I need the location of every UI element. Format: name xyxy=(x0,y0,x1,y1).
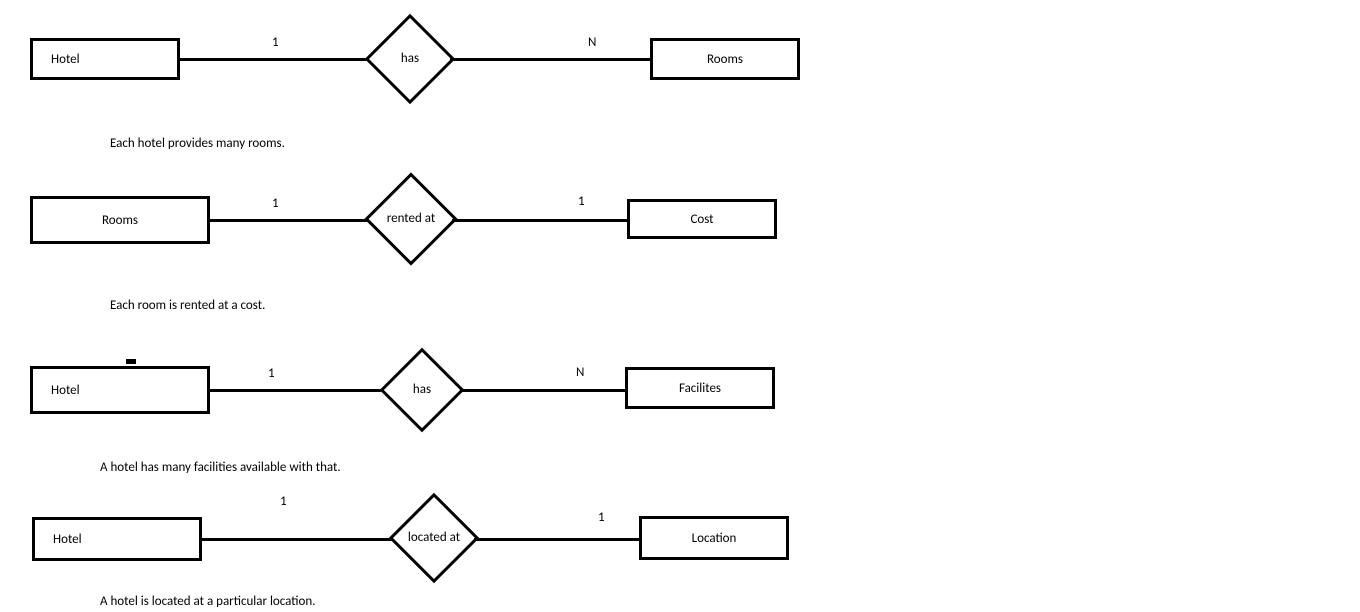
entity-label: Cost xyxy=(690,212,713,227)
edge-has-rooms xyxy=(450,58,650,61)
edge-has-facilites xyxy=(460,389,625,392)
edge-located-location xyxy=(474,538,639,541)
entity-hotel-4: Hotel xyxy=(32,517,202,561)
relationship-label: has xyxy=(372,360,472,420)
entity-hotel-3: Hotel xyxy=(30,366,210,414)
caption-row-4: A hotel is located at a particular locat… xyxy=(100,594,316,609)
cardinality-label: 1 xyxy=(280,494,287,509)
cardinality-label: 1 xyxy=(598,510,605,525)
entity-facilites: Facilites xyxy=(625,367,775,409)
relationship-located-at: located at xyxy=(402,506,466,570)
edge-rented-cost xyxy=(452,219,627,222)
edge-hotel-located xyxy=(202,538,394,541)
entity-rooms-1: Rooms xyxy=(650,38,800,80)
entity-label: Location xyxy=(692,531,737,546)
entity-label: Facilites xyxy=(679,381,721,396)
caption-row-2: Each room is rented at a cost. xyxy=(110,298,265,313)
cardinality-label: N xyxy=(588,35,596,50)
entity-location: Location xyxy=(639,516,789,560)
relationship-label: located at xyxy=(382,506,486,570)
caption-row-1: Each hotel provides many rooms. xyxy=(110,136,285,151)
entity-label: Rooms xyxy=(707,52,743,67)
relationship-rented-at: rented at xyxy=(378,186,444,252)
stray-mark xyxy=(126,359,136,364)
edge-hotel-has-facilites xyxy=(210,389,385,392)
cardinality-label: 1 xyxy=(272,35,279,50)
entity-label: Hotel xyxy=(51,383,80,398)
entity-cost: Cost xyxy=(627,199,777,239)
cardinality-label: N xyxy=(576,365,584,380)
cardinality-label: 1 xyxy=(272,196,279,211)
er-diagram-canvas: Hotel 1 has N Rooms Each hotel provides … xyxy=(0,0,1360,612)
entity-label: Hotel xyxy=(51,52,80,67)
entity-rooms-2: Rooms xyxy=(30,196,210,244)
edge-rooms-rented xyxy=(210,219,370,222)
caption-row-3: A hotel has many facilities available wi… xyxy=(100,460,341,475)
entity-hotel-1: Hotel xyxy=(30,38,180,80)
relationship-has-2: has xyxy=(392,360,452,420)
cardinality-label: 1 xyxy=(268,366,275,381)
cardinality-label: 1 xyxy=(578,194,585,209)
edge-hotel-has xyxy=(180,58,370,61)
relationship-label: rented at xyxy=(358,186,464,252)
entity-label: Rooms xyxy=(102,213,138,228)
relationship-label: has xyxy=(358,27,462,91)
entity-label: Hotel xyxy=(53,532,82,547)
relationship-has-1: has xyxy=(378,27,442,91)
